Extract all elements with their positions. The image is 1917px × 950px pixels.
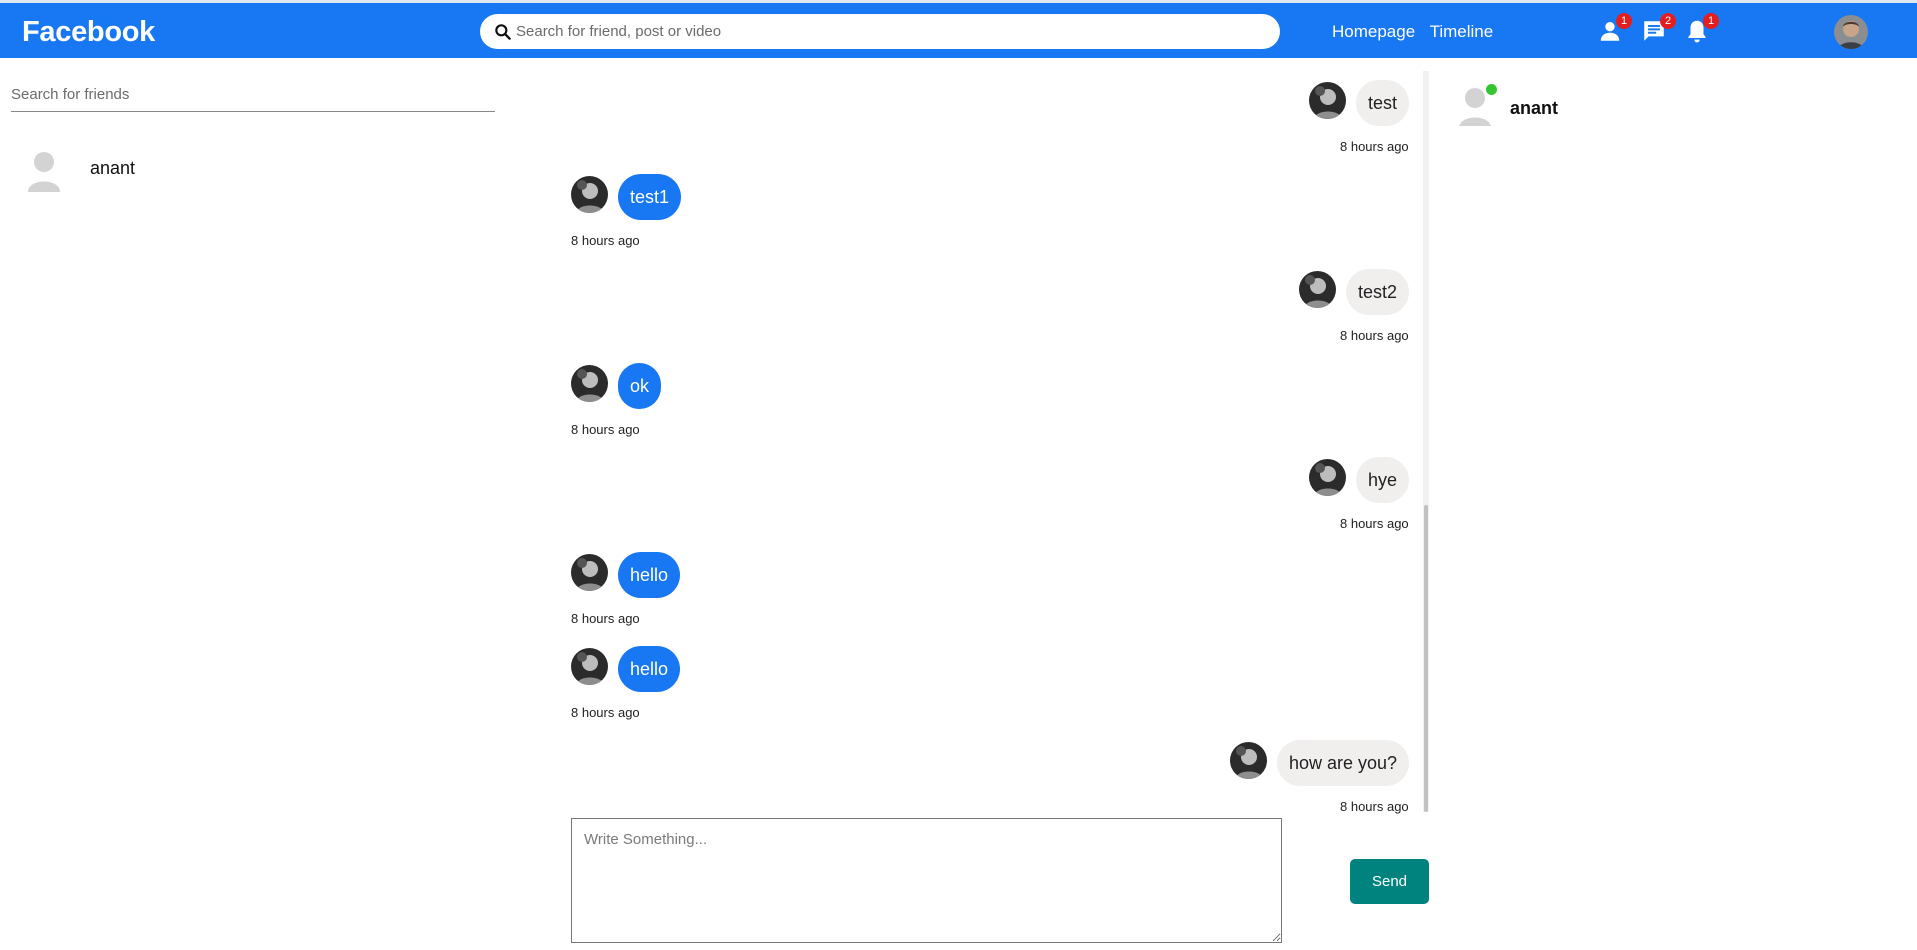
chat-messages[interactable]: test 8 hours ago test1 8 hours ago test2 8 ho… bbox=[571, 70, 1413, 814]
friend-search-input[interactable] bbox=[11, 78, 495, 112]
message-timestamp: 8 hours ago bbox=[571, 421, 640, 437]
message-bubble: test bbox=[1356, 80, 1410, 126]
logo[interactable]: Facebook bbox=[22, 16, 155, 49]
message-avatar[interactable] bbox=[1299, 270, 1336, 308]
message-timestamp: 8 hours ago bbox=[1340, 799, 1409, 815]
message-avatar[interactable] bbox=[1309, 82, 1346, 119]
friend-requests-badge: 1 bbox=[1616, 13, 1632, 29]
message-timestamp: 8 hours ago bbox=[1340, 516, 1409, 532]
message-bubble: ok bbox=[618, 362, 662, 409]
message-timestamp: 8 hours ago bbox=[1340, 327, 1409, 343]
message-bubble: hello bbox=[618, 551, 681, 598]
message-avatar[interactable] bbox=[571, 553, 608, 591]
online-status-dot bbox=[1486, 84, 1497, 95]
message-bubble: test1 bbox=[618, 174, 682, 221]
global-search-bar[interactable] bbox=[480, 14, 1280, 49]
default-avatar-icon bbox=[28, 152, 60, 192]
top-navbar: Facebook Homepage Timeline 1 2 1 bbox=[0, 0, 1917, 58]
message-avatar[interactable] bbox=[571, 647, 608, 685]
search-icon bbox=[495, 24, 511, 40]
notifications-badge: 1 bbox=[1703, 13, 1719, 29]
messages-icon[interactable]: 2 bbox=[1641, 13, 1676, 44]
message-avatar[interactable] bbox=[571, 364, 608, 402]
message-avatar[interactable] bbox=[571, 176, 608, 214]
online-friend-name: anant bbox=[1510, 98, 1559, 118]
timeline-link[interactable]: Timeline bbox=[1430, 22, 1494, 41]
nav-links: Homepage Timeline bbox=[1332, 22, 1503, 42]
message-bubble: hello bbox=[618, 645, 681, 692]
message-avatar[interactable] bbox=[1309, 459, 1346, 497]
message-timestamp: 8 hours ago bbox=[571, 704, 640, 720]
message-bubble: how are you? bbox=[1277, 740, 1410, 787]
global-search-input[interactable] bbox=[516, 14, 1256, 49]
friend-requests-icon[interactable]: 1 bbox=[1597, 13, 1632, 44]
chat-scrollbar-thumb[interactable] bbox=[1424, 505, 1428, 812]
online-friend-item[interactable]: anant bbox=[1457, 82, 1757, 130]
message-bubble: hye bbox=[1356, 457, 1410, 504]
message-avatar[interactable] bbox=[1230, 742, 1267, 780]
conversation-item[interactable]: anant bbox=[22, 148, 492, 196]
message-input[interactable] bbox=[571, 818, 1282, 943]
message-timestamp: 8 hours ago bbox=[571, 610, 640, 626]
send-button[interactable]: Send bbox=[1350, 859, 1429, 904]
message-timestamp: 8 hours ago bbox=[1340, 139, 1409, 154]
message-bubble: test2 bbox=[1346, 268, 1410, 315]
notifications-icon[interactable]: 1 bbox=[1684, 13, 1719, 44]
conversation-name: anant bbox=[90, 158, 136, 178]
homepage-link[interactable]: Homepage bbox=[1332, 22, 1415, 41]
profile-avatar[interactable] bbox=[1834, 15, 1868, 49]
messages-badge: 2 bbox=[1660, 13, 1676, 29]
message-timestamp: 8 hours ago bbox=[571, 233, 640, 249]
